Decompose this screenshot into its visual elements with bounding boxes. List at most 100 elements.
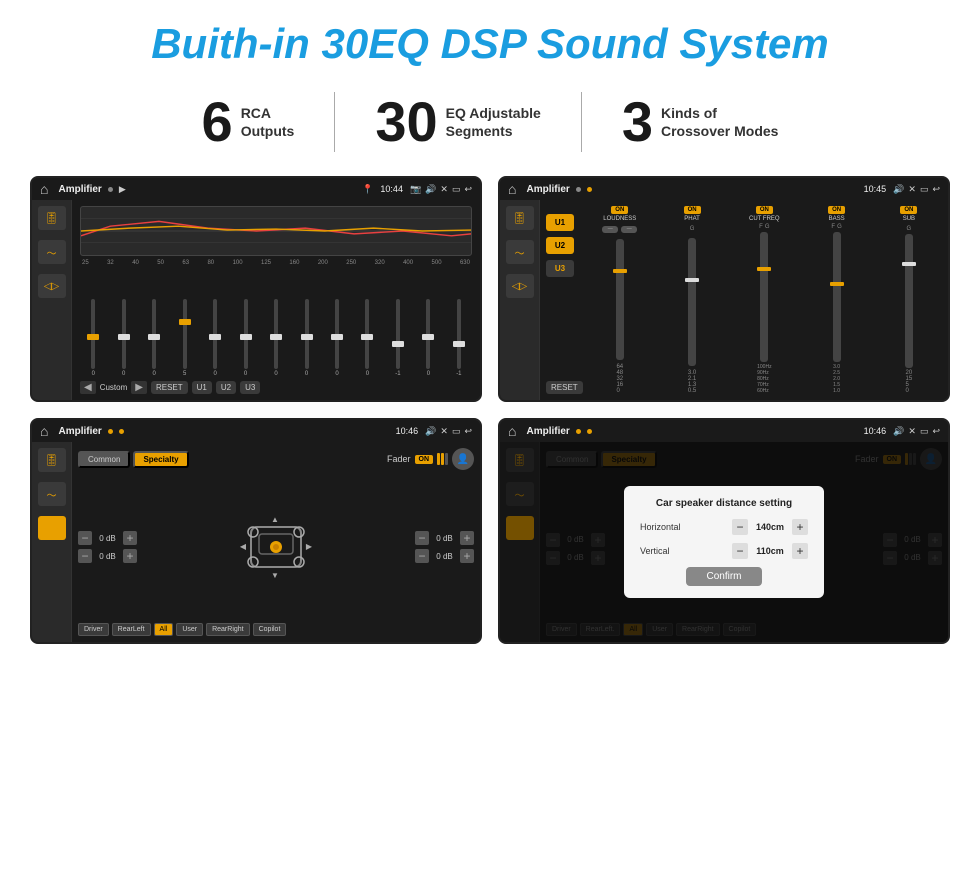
eq-thumb-12[interactable]	[422, 334, 434, 340]
fader-on-btn[interactable]: ON	[415, 455, 434, 464]
eq-thumb-8[interactable]	[301, 334, 313, 340]
fader-vol-icon[interactable]: 🔊	[425, 426, 436, 437]
dialog-horizontal-minus[interactable]: −	[732, 519, 748, 535]
dialog-vertical-minus[interactable]: −	[732, 543, 748, 559]
eq-thumb-4[interactable]	[179, 319, 191, 325]
eq-reset-btn[interactable]: RESET	[151, 381, 188, 394]
bass-thumb[interactable]	[830, 282, 844, 286]
loudness-slider[interactable]	[616, 239, 624, 360]
cross-x-icon[interactable]: ✕	[908, 184, 916, 195]
fader-sidebar-vol[interactable]: ◁▷	[38, 516, 66, 540]
loudness-thumb[interactable]	[613, 269, 627, 273]
cross-sidebar-tune[interactable]: 🎚	[506, 206, 534, 230]
cross-u3-btn[interactable]: U3	[546, 260, 574, 277]
eq-thumb-10[interactable]	[361, 334, 373, 340]
eq-thumb-7[interactable]	[270, 334, 282, 340]
eq-home-icon[interactable]: ⌂	[40, 181, 48, 197]
fader-db4-plus[interactable]: +	[460, 549, 474, 563]
eq-thumb-5[interactable]	[209, 334, 221, 340]
eq-x-icon[interactable]: ✕	[440, 184, 448, 195]
fader-db4-minus[interactable]: −	[415, 549, 429, 563]
eq-next-btn[interactable]: ▶	[131, 381, 147, 394]
fader-rearright-btn[interactable]: RearRight	[206, 623, 250, 636]
fader-rect-icon[interactable]: ▭	[452, 426, 461, 437]
cross-u2-btn[interactable]: U2	[546, 237, 574, 254]
eq-thumb-3[interactable]	[148, 334, 160, 340]
phat-slider[interactable]	[688, 238, 696, 366]
eq-track-1[interactable]	[91, 299, 95, 369]
cutfreq-on-btn[interactable]: ON	[756, 206, 773, 214]
eq-track-3[interactable]	[152, 299, 156, 369]
eq-u2-btn[interactable]: U2	[216, 381, 236, 394]
eq-u1-btn[interactable]: U1	[192, 381, 212, 394]
cross-home-icon[interactable]: ⌂	[508, 181, 516, 197]
cross-sidebar-wave[interactable]: 〜	[506, 240, 534, 264]
phat-thumb[interactable]	[685, 278, 699, 282]
eq-thumb-11[interactable]	[392, 341, 404, 347]
eq-track-10[interactable]	[365, 299, 369, 369]
cross-back-icon[interactable]: ↩	[932, 184, 940, 195]
eq-track-6[interactable]	[244, 299, 248, 369]
dialog-horizontal-plus[interactable]: +	[792, 519, 808, 535]
fader-copilot-btn[interactable]: Copilot	[253, 623, 287, 636]
fader-back-icon[interactable]: ↩	[464, 426, 472, 437]
dist-rect-icon[interactable]: ▭	[920, 426, 929, 437]
loudness-sw2[interactable]: —	[621, 226, 637, 233]
eq-track-9[interactable]	[335, 299, 339, 369]
fader-user-btn[interactable]: User	[176, 623, 203, 636]
cross-rect-icon[interactable]: ▭	[920, 184, 929, 195]
fader-db1-plus[interactable]: +	[123, 531, 137, 545]
dialog-confirm-btn[interactable]: Confirm	[686, 567, 761, 586]
loudness-sw1[interactable]: —	[602, 226, 618, 233]
eq-play-icon[interactable]: ▶	[119, 184, 126, 195]
eq-track-8[interactable]	[305, 299, 309, 369]
fader-person-icon[interactable]: 👤	[452, 448, 474, 470]
fader-db3-plus[interactable]: +	[460, 531, 474, 545]
eq-vol-icon[interactable]: 🔊	[425, 184, 436, 195]
eq-sidebar-tune[interactable]: 🎚	[38, 206, 66, 230]
fader-rearleft-btn[interactable]: RearLeft	[112, 623, 151, 636]
phat-on-btn[interactable]: ON	[684, 206, 701, 214]
eq-thumb-6[interactable]	[240, 334, 252, 340]
bass-slider[interactable]	[833, 232, 841, 362]
eq-track-4[interactable]	[183, 299, 187, 369]
eq-thumb-1[interactable]	[87, 334, 99, 340]
cross-u1-btn[interactable]: U1	[546, 214, 574, 231]
eq-thumb-9[interactable]	[331, 334, 343, 340]
eq-track-7[interactable]	[274, 299, 278, 369]
fader-sidebar-wave[interactable]: 〜	[38, 482, 66, 506]
fader-tab-common[interactable]: Common	[78, 451, 130, 468]
cutfreq-slider[interactable]	[760, 232, 768, 362]
dist-x-icon[interactable]: ✕	[908, 426, 916, 437]
loudness-on-btn[interactable]: ON	[611, 206, 628, 214]
eq-back-icon[interactable]: ↩	[464, 184, 472, 195]
cross-reset-btn[interactable]: RESET	[546, 381, 583, 394]
eq-thumb-2[interactable]	[118, 334, 130, 340]
bass-on-btn[interactable]: ON	[828, 206, 845, 214]
fader-db2-plus[interactable]: +	[123, 549, 137, 563]
fader-driver-btn[interactable]: Driver	[78, 623, 109, 636]
eq-thumb-13[interactable]	[453, 341, 465, 347]
dialog-vertical-plus[interactable]: +	[792, 543, 808, 559]
eq-track-12[interactable]	[426, 299, 430, 369]
dist-back-icon[interactable]: ↩	[932, 426, 940, 437]
fader-x-icon[interactable]: ✕	[440, 426, 448, 437]
eq-sidebar-wave[interactable]: 〜	[38, 240, 66, 264]
cross-vol-icon[interactable]: 🔊	[893, 184, 904, 195]
fader-home-icon[interactable]: ⌂	[40, 423, 48, 439]
dist-vol-icon[interactable]: 🔊	[893, 426, 904, 437]
sub-slider[interactable]	[905, 234, 913, 368]
fader-db2-minus[interactable]: −	[78, 549, 92, 563]
fader-tab-specialty[interactable]: Specialty	[133, 451, 188, 468]
fader-db3-minus[interactable]: −	[415, 531, 429, 545]
fader-db1-minus[interactable]: −	[78, 531, 92, 545]
eq-u3-btn[interactable]: U3	[240, 381, 260, 394]
dist-home-icon[interactable]: ⌂	[508, 423, 516, 439]
sub-on-btn[interactable]: ON	[900, 206, 917, 214]
cross-sidebar-vol[interactable]: ◁▷	[506, 274, 534, 298]
eq-rect-icon[interactable]: ▭	[452, 184, 461, 195]
eq-prev-btn[interactable]: ◀	[80, 381, 96, 394]
eq-track-13[interactable]	[457, 299, 461, 369]
cutfreq-thumb[interactable]	[757, 267, 771, 271]
eq-sidebar-vol[interactable]: ◁▷	[38, 274, 66, 298]
